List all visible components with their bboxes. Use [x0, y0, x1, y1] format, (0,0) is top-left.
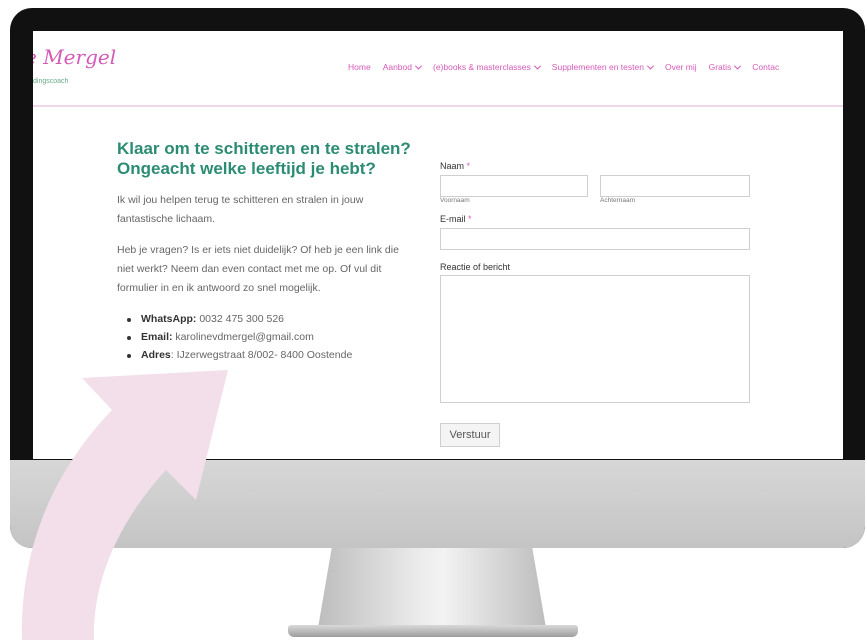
nav-item-home[interactable]: Home: [348, 62, 371, 72]
last-name-field[interactable]: [600, 175, 750, 197]
monitor-stand-base: [288, 625, 578, 637]
intro-paragraph: Ik wil jou helpen terug te schitteren en…: [117, 194, 364, 225]
list-item-whatsapp: WhatsApp: 0032 475 300 526: [117, 310, 417, 328]
first-name-sublabel: Voornaam: [440, 197, 470, 204]
main-nav: Home Aanbod (e)books & masterclasses Sup…: [348, 62, 779, 72]
contact-value: karolinevdmergel@gmail.com: [172, 331, 314, 343]
page-heading-line2: Ongeacht welke leeftijd je hebt?: [117, 159, 376, 178]
site-logo[interactable]: e Mergel: [33, 45, 116, 69]
page-heading: Klaar om te schitteren en te stralen? On…: [117, 139, 417, 179]
contact-intro: Klaar om te schitteren en te stralen? On…: [117, 139, 417, 364]
contact-form: Naam * Voornaam Achternaam E-mail * Reac…: [440, 161, 750, 408]
list-item-email: Email: karolinevdmergel@gmail.com: [117, 328, 417, 346]
contact-label: Adres: [141, 349, 171, 361]
contact-value: 0032 475 300 526: [196, 313, 285, 325]
email-label: E-mail *: [440, 214, 750, 224]
monitor-chin: [10, 460, 865, 548]
site-logo-subtitle: dingscoach: [33, 78, 69, 85]
nav-item-label: Supplementen en testen: [551, 62, 644, 72]
contact-label: Email:: [141, 331, 173, 343]
nav-item-over-mij[interactable]: Over mij: [665, 62, 697, 72]
nav-item-label: (e)books & masterclasses: [433, 62, 531, 72]
chevron-down-icon: [414, 62, 423, 70]
monitor-stand: [318, 548, 546, 628]
last-name-sublabel: Achternaam: [600, 197, 636, 204]
message-label: Reactie of bericht: [440, 262, 511, 272]
chevron-down-icon: [533, 62, 541, 70]
name-label: Naam *: [440, 161, 750, 171]
monitor-screen: e Mergel dingscoach Home Aanbod (e)books…: [33, 31, 843, 459]
nav-item-label: Home: [348, 62, 371, 72]
nav-item-label: Aanbod: [382, 62, 412, 72]
email-label-text: E-mail: [440, 214, 466, 224]
chevron-down-icon: [646, 62, 654, 70]
nav-item-gratis[interactable]: Gratis: [708, 62, 742, 72]
submit-button[interactable]: Verstuur: [440, 423, 500, 447]
contact-value: : IJzerwegstraat 8/002- 8400 Oostende: [170, 349, 353, 361]
first-name-field[interactable]: [440, 175, 588, 197]
chevron-down-icon: [734, 62, 742, 70]
list-item-address: Adres: IJzerwegstraat 8/002- 8400 Oosten…: [117, 346, 417, 364]
nav-item-label: Contac: [752, 62, 780, 72]
contact-label: WhatsApp:: [141, 313, 197, 325]
site-header: e Mergel dingscoach Home Aanbod (e)books…: [33, 31, 843, 107]
page-heading-line1: Klaar om te schitteren en te stralen?: [117, 139, 411, 158]
message-textarea[interactable]: [440, 275, 750, 403]
contact-details-list: WhatsApp: 0032 475 300 526 Email: karoli…: [117, 310, 417, 364]
required-mark: *: [468, 214, 472, 224]
name-label-text: Naam: [440, 161, 465, 171]
nav-item-aanbod[interactable]: Aanbod: [382, 62, 423, 72]
nav-item-label: Over mij: [664, 62, 697, 72]
nav-item-label: Gratis: [708, 62, 732, 72]
required-mark: *: [466, 161, 471, 171]
nav-item-ebooks-masterclasses[interactable]: (e)books & masterclasses: [433, 62, 541, 72]
nav-item-contact[interactable]: Contac: [752, 62, 779, 72]
email-field[interactable]: [440, 228, 750, 250]
questions-paragraph: Heb je vragen? Is er iets niet duidelijk…: [117, 244, 399, 294]
nav-item-supplementen[interactable]: Supplementen en testen: [551, 62, 654, 72]
